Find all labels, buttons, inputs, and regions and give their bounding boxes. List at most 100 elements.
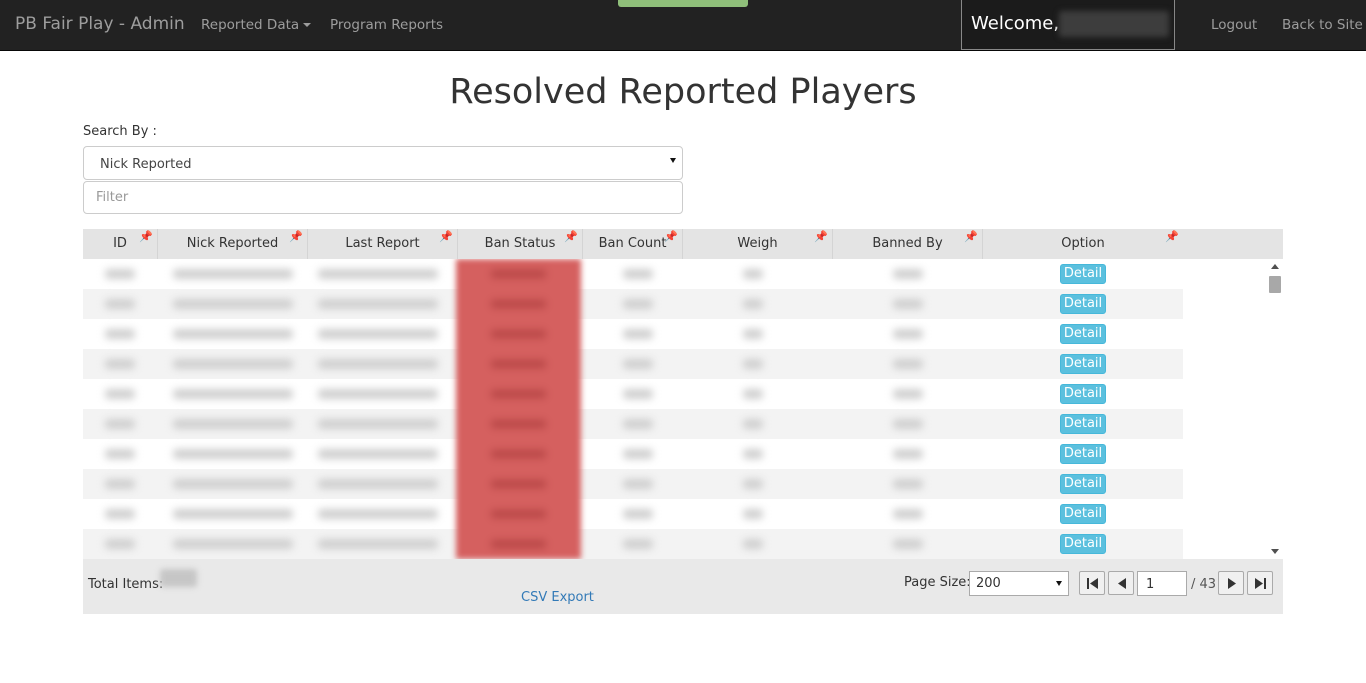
redacted-cell [743,389,763,399]
redacted-cell [173,299,293,309]
column-header-label: Banned By [872,236,943,251]
redacted-cell [743,479,763,489]
scroll-up-arrow-icon[interactable] [1271,264,1279,269]
grid-header: ID 📌 Nick Reported 📌 Last Report 📌 Ban S… [83,229,1283,259]
table-row: Detail [83,529,1267,559]
page-size-select[interactable]: 200 [969,571,1069,596]
detail-button[interactable]: Detail [1060,414,1106,434]
column-header-label: Last Report [345,236,420,251]
table-row: Detail [83,439,1267,469]
nav-program-reports[interactable]: Program Reports [330,17,443,33]
option-cell: Detail [983,439,1183,469]
redacted-cell [623,449,653,459]
detail-button[interactable]: Detail [1060,354,1106,374]
previous-page-button[interactable] [1108,571,1134,595]
total-items-value-redacted [160,569,197,587]
detail-button[interactable]: Detail [1060,384,1106,404]
csv-export-link[interactable]: CSV Export [521,590,594,605]
redacted-cell [743,299,763,309]
option-cell: Detail [983,469,1183,499]
redacted-cell [623,389,653,399]
column-header-id[interactable]: ID 📌 [83,229,158,259]
column-header-last-report[interactable]: Last Report 📌 [308,229,458,259]
redacted-cell [173,419,293,429]
detail-button[interactable]: Detail [1060,264,1106,284]
pin-icon[interactable]: 📌 [289,227,303,247]
back-to-site-link[interactable]: Back to Site [1282,17,1363,33]
last-page-button[interactable] [1247,571,1273,595]
redacted-cell [491,270,546,278]
pin-icon[interactable]: 📌 [564,227,578,247]
redacted-cell [893,329,923,339]
redacted-cell [623,509,653,519]
scrollbar-thumb[interactable] [1269,276,1281,293]
grid-scrollbar[interactable] [1267,259,1283,559]
dropdown-arrow-icon [1056,581,1062,586]
search-by-value: Nick Reported [100,157,192,172]
redacted-cell [173,509,293,519]
pin-icon[interactable]: 📌 [439,227,453,247]
redacted-cell [623,359,653,369]
detail-button[interactable]: Detail [1060,474,1106,494]
redacted-cell [893,539,923,549]
table-row: Detail [83,349,1267,379]
table-row: Detail [83,319,1267,349]
redacted-cell [623,299,653,309]
current-page-input[interactable]: 1 [1137,571,1187,596]
column-header-label: Weigh [737,236,778,251]
detail-button[interactable]: Detail [1060,504,1106,524]
redacted-cell [105,509,135,519]
redacted-cell [743,419,763,429]
search-by-label: Search By : [83,124,157,139]
pin-icon[interactable]: 📌 [1165,227,1179,247]
grid-footer: Total Items: CSV Export Page Size: 200 1… [83,559,1283,614]
previous-page-icon [1118,578,1126,589]
filter-input[interactable] [83,181,683,214]
column-header-weigh[interactable]: Weigh 📌 [683,229,833,259]
column-header-option[interactable]: Option 📌 [983,229,1183,259]
redacted-cell [105,269,135,279]
scroll-down-arrow-icon[interactable] [1271,549,1279,554]
pin-icon[interactable]: 📌 [964,227,978,247]
search-by-select[interactable]: Nick Reported [83,146,683,180]
first-page-button[interactable] [1079,571,1105,595]
pin-icon[interactable]: 📌 [814,227,828,247]
redacted-cell [491,450,546,458]
redacted-cell [318,329,438,339]
redacted-cell [318,269,438,279]
total-pages-text: / 43 [1191,577,1217,592]
redacted-cell [105,359,135,369]
detail-button[interactable]: Detail [1060,294,1106,314]
page-size-value: 200 [976,576,1001,591]
redacted-cell [318,509,438,519]
option-cell: Detail [983,379,1183,409]
column-header-banned-by[interactable]: Banned By 📌 [833,229,983,259]
column-header-label: Nick Reported [186,236,279,251]
redacted-cell [893,269,923,279]
pin-icon[interactable]: 📌 [139,227,153,247]
redacted-cell [318,419,438,429]
detail-button[interactable]: Detail [1060,534,1106,554]
redacted-cell [318,449,438,459]
dropdown-arrow-icon [670,158,676,163]
table-row: Detail [83,259,1267,289]
brand-title[interactable]: PB Fair Play - Admin [15,14,185,34]
nav-reported-data[interactable]: Reported Data [201,17,312,33]
redacted-cell [173,389,293,399]
detail-button[interactable]: Detail [1060,444,1106,464]
username-redacted [1059,11,1169,37]
logout-link[interactable]: Logout [1211,17,1257,33]
redacted-cell [105,389,135,399]
column-header-ban-count[interactable]: Ban Count 📌 [583,229,683,259]
redacted-cell [893,479,923,489]
column-header-label: ID [113,236,127,251]
pin-icon[interactable]: 📌 [664,227,678,247]
column-header-nick-reported[interactable]: Nick Reported 📌 [158,229,308,259]
redacted-cell [173,539,293,549]
detail-button[interactable]: Detail [1060,324,1106,344]
column-header-label: Ban Status [484,236,556,251]
first-page-icon [1087,578,1098,589]
redacted-cell [105,419,135,429]
next-page-button[interactable] [1218,571,1244,595]
column-header-ban-status[interactable]: Ban Status 📌 [458,229,583,259]
